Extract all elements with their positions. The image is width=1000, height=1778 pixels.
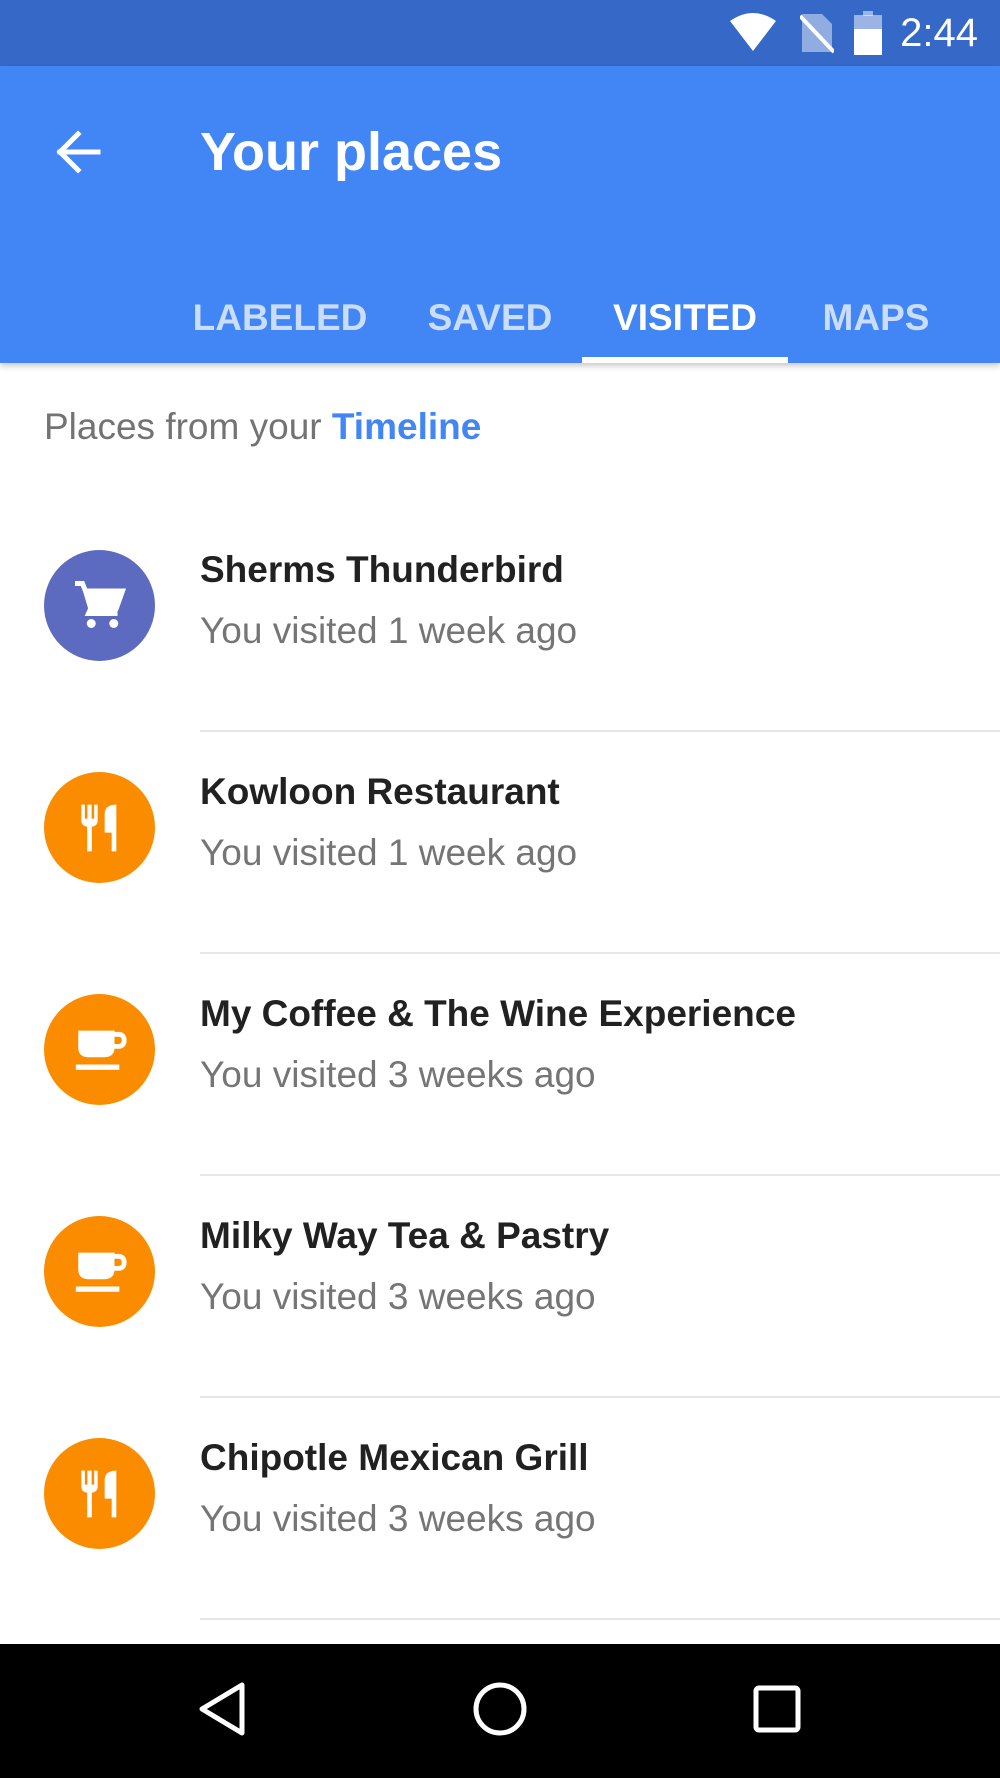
place-name: Chipotle Mexican Grill	[200, 1437, 589, 1478]
list-item[interactable]: Kowloon Restaurant You visited 1 week ag…	[0, 732, 1000, 954]
shopping-cart-icon	[44, 550, 155, 661]
place-visit-time: You visited 1 week ago	[200, 832, 578, 873]
tab-bar: LABELED SAVED VISITED MAPS	[0, 272, 1000, 363]
place-visit-time: You visited 3 weeks ago	[200, 1276, 596, 1317]
tab-active-indicator	[582, 357, 788, 363]
tab-maps[interactable]: MAPS	[800, 272, 952, 363]
restaurant-icon	[44, 1438, 155, 1549]
coffee-cup-icon	[44, 994, 155, 1105]
status-bar: 2:44	[0, 0, 1000, 66]
place-name: Milky Way Tea & Pastry	[200, 1215, 610, 1256]
visited-places-list: Sherms Thunderbird You visited 1 week ag…	[0, 510, 1000, 1620]
timeline-subheader: Places from your Timeline	[44, 405, 481, 449]
home-circle-icon	[470, 1679, 530, 1744]
list-item[interactable]: Sherms Thunderbird You visited 1 week ag…	[0, 510, 1000, 732]
status-time: 2:44	[900, 11, 978, 55]
battery-icon	[854, 11, 883, 55]
tab-saved[interactable]: SAVED	[410, 272, 570, 363]
place-name: Sherms Thunderbird	[200, 549, 564, 590]
timeline-link[interactable]: Timeline	[332, 406, 481, 447]
tab-visited[interactable]: VISITED	[582, 272, 788, 363]
place-name: My Coffee & The Wine Experience	[200, 993, 796, 1034]
app-bar: Your places LABELED SAVED VISITED MAPS	[0, 66, 1000, 363]
arrow-back-icon	[54, 128, 102, 181]
back-triangle-icon	[194, 1679, 250, 1744]
recents-square-icon	[749, 1681, 805, 1742]
subheader-text: Places from your	[44, 406, 322, 447]
restaurant-icon	[44, 772, 155, 883]
place-visit-time: You visited 3 weeks ago	[200, 1054, 596, 1095]
nav-home-button[interactable]	[460, 1671, 540, 1751]
divider	[200, 1618, 1000, 1620]
nav-back-button[interactable]	[182, 1671, 262, 1751]
places-content: Places from your Timeline Sherms Thunder…	[0, 363, 1000, 1644]
place-visit-time: You visited 1 week ago	[200, 610, 578, 651]
coffee-cup-icon	[44, 1216, 155, 1327]
back-button[interactable]	[36, 112, 120, 196]
status-icons: 2:44	[728, 0, 978, 66]
list-item[interactable]: My Coffee & The Wine Experience You visi…	[0, 954, 1000, 1176]
page-title: Your places	[200, 122, 503, 182]
system-nav-bar	[0, 1644, 1000, 1778]
list-item[interactable]: Chipotle Mexican Grill You visited 3 wee…	[0, 1398, 1000, 1620]
place-visit-time: You visited 3 weeks ago	[200, 1498, 596, 1539]
nav-recents-button[interactable]	[737, 1671, 817, 1751]
no-sim-icon	[800, 12, 835, 54]
place-name: Kowloon Restaurant	[200, 771, 560, 812]
list-item[interactable]: Milky Way Tea & Pastry You visited 3 wee…	[0, 1176, 1000, 1398]
tab-labeled[interactable]: LABELED	[180, 272, 380, 363]
wifi-icon	[728, 13, 778, 53]
